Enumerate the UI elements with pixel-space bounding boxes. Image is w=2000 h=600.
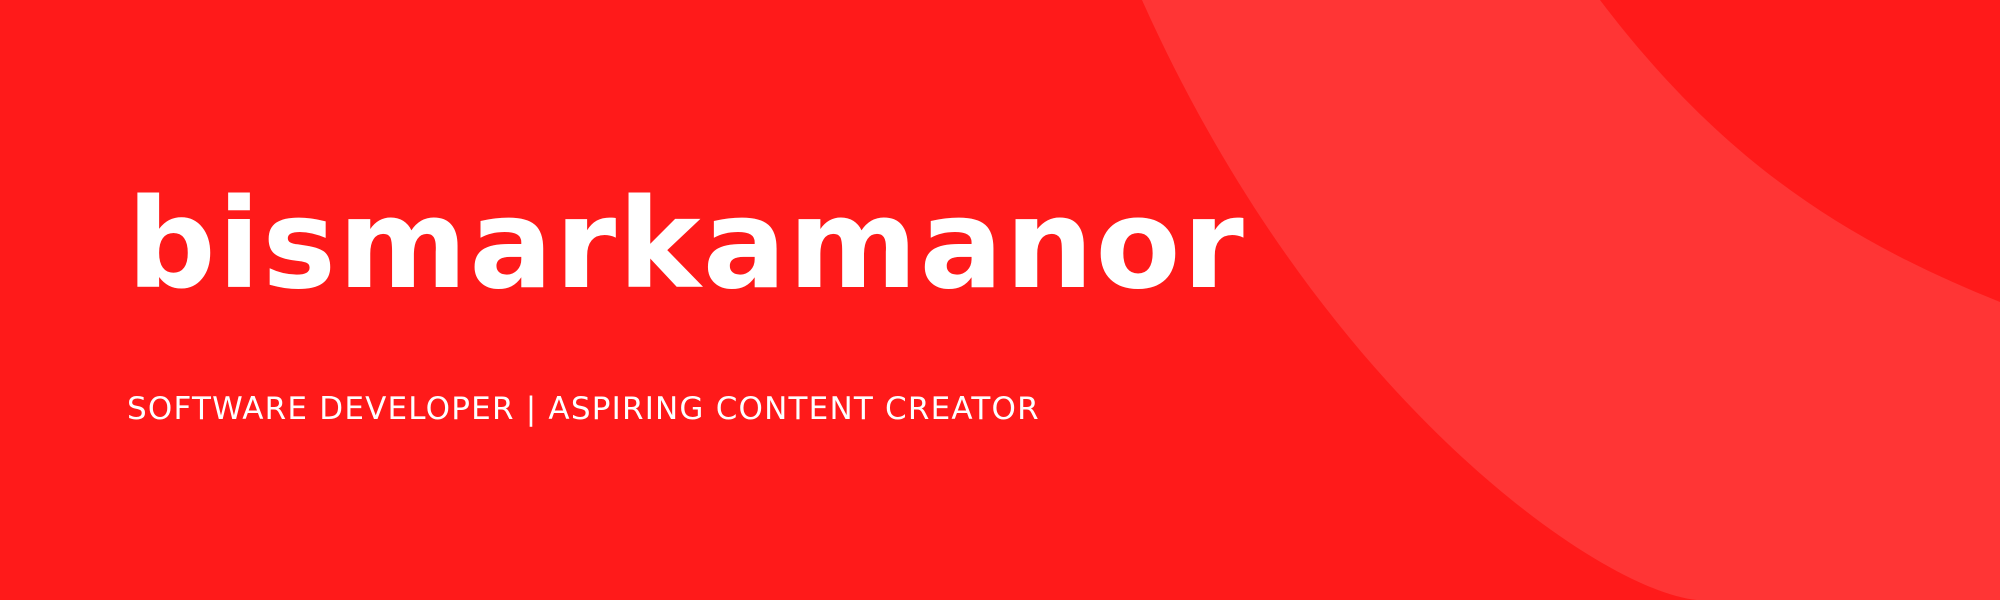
tagline: SOFTWARE DEVELOPER | ASPIRING CONTENT CR… [127, 391, 1040, 427]
profile-banner: bismarkamanor SOFTWARE DEVELOPER | ASPIR… [0, 0, 2000, 600]
brand-name: bismarkamanor [127, 173, 1246, 317]
